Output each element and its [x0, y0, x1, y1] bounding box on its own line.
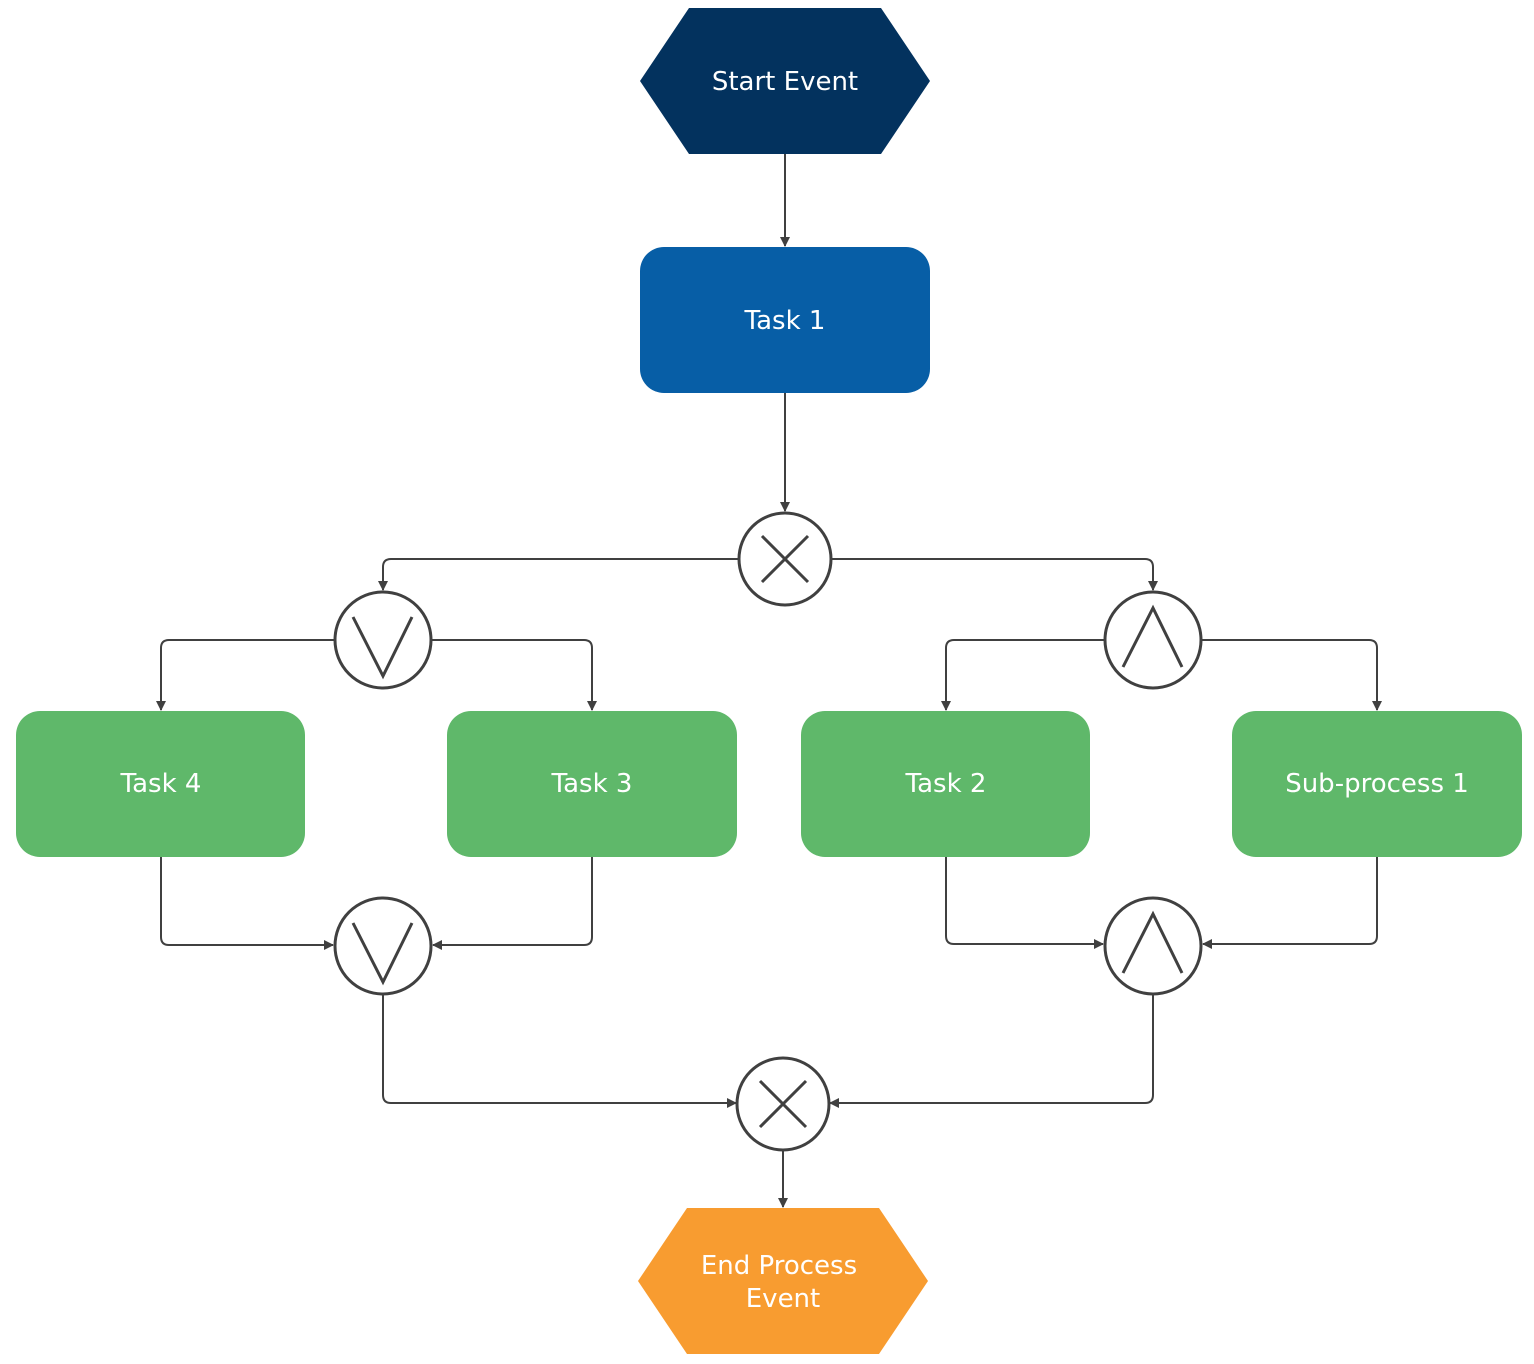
task-3-label: Task 3	[551, 769, 633, 799]
edge-orjoin-xorjoin	[382, 995, 737, 1108]
task-1-label: Task 1	[744, 306, 826, 336]
end-process-event[interactable]: End Process Event	[638, 1208, 928, 1354]
task-3[interactable]: Task 3	[447, 711, 737, 857]
xor-split-gateway[interactable]	[737, 511, 833, 607]
edge-xor-or	[378, 558, 738, 591]
edge-or-task3	[432, 639, 597, 711]
edge-sub1-andjoin	[1202, 857, 1378, 949]
sub-process-1[interactable]: Sub-process 1	[1232, 711, 1522, 857]
process-diagram: Start Event Task 1 Task 4 Task 3 Task 2 …	[16, 8, 1522, 1354]
and-join-gateway[interactable]	[1103, 896, 1203, 996]
or-split-gateway[interactable]	[333, 590, 433, 690]
start-event[interactable]: Start Event	[640, 8, 930, 154]
task-2-label: Task 2	[905, 769, 987, 799]
edge-task4-orjoin	[160, 857, 334, 950]
edge-andjoin-xorjoin	[829, 995, 1154, 1108]
edge-task3-orjoin	[432, 857, 593, 950]
and-split-gateway[interactable]	[1103, 590, 1203, 690]
edge-task2-andjoin	[945, 857, 1104, 949]
task-4[interactable]: Task 4	[16, 711, 305, 857]
task-4-label: Task 4	[120, 769, 202, 799]
start-event-label: Start Event	[712, 67, 858, 97]
edge-and-sub1	[1202, 639, 1382, 711]
xor-join-gateway[interactable]	[735, 1056, 831, 1152]
sub-process-1-label: Sub-process 1	[1285, 769, 1469, 799]
or-join-gateway[interactable]	[333, 896, 433, 996]
edge-or-task4	[156, 639, 334, 711]
edge-xor-and	[832, 558, 1158, 591]
edge-and-task2	[941, 639, 1104, 711]
end-event-label-line2: Event	[746, 1284, 820, 1314]
end-event-label-line1: End Process	[701, 1251, 857, 1281]
task-2[interactable]: Task 2	[801, 711, 1090, 857]
task-1[interactable]: Task 1	[640, 247, 930, 393]
